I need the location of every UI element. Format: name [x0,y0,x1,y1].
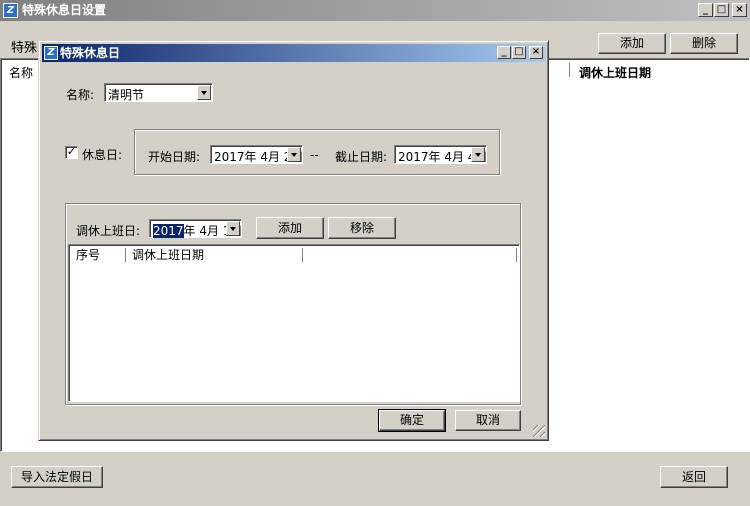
start-date-picker[interactable]: 2017年 4月 2日 [210,145,303,164]
col-separator[interactable] [302,248,304,262]
workday-remove-button[interactable]: 移除 [328,217,396,239]
main-col-name: 名称 [9,66,34,80]
start-date-label: 开始日期: [148,150,201,164]
workday-add-button[interactable]: 添加 [256,217,324,239]
back-button[interactable]: 返回 [660,466,728,488]
end-date-label: 截止日期: [335,150,388,164]
dialog-title: 特殊休息日 [60,46,121,60]
main-top-label: 特殊 [11,41,38,56]
import-holidays-button[interactable]: 导入法定假日 [11,466,103,488]
main-titlebar[interactable]: Z 特殊休息日设置 _ □ × [0,0,750,21]
cancel-button[interactable]: 取消 [455,410,521,431]
workday-label: 调休上班日: [76,224,141,238]
close-button[interactable]: × [732,3,747,17]
col-separator[interactable] [516,248,518,262]
dialog-maximize-button[interactable]: □ [512,46,526,59]
name-value: 清明节 [108,88,145,102]
dialog-close-button[interactable]: × [529,46,543,59]
app-logo-icon: Z [3,3,18,18]
main-title: 特殊休息日设置 [22,3,107,17]
workday-date-picker[interactable]: 2017年 4月 1日 [149,219,242,238]
rest-day-checkbox[interactable]: ✓ [65,146,78,159]
workday-group: 调休上班日: 2017年 4月 1日 添加 移除 序号 调休上班日期 [65,203,521,405]
ok-button[interactable]: 确定 [378,409,446,432]
dialog-logo-icon: Z [44,46,58,60]
end-date-picker[interactable]: 2017年 4月 4日 [394,145,487,164]
chevron-down-icon[interactable] [471,147,485,162]
chevron-down-icon[interactable] [197,85,211,100]
col-workday-date[interactable]: 调休上班日期 [126,246,204,264]
dialog-minimize-button[interactable]: _ [497,46,511,59]
name-label: 名称: [66,88,95,102]
main-add-button[interactable]: 添加 [598,33,666,54]
chevron-down-icon[interactable] [287,147,301,162]
dialog-titlebar[interactable]: Z 特殊休息日 _ □ × [42,44,545,62]
range-separator: -- [310,148,319,162]
workday-list[interactable]: 序号 调休上班日期 [68,244,520,402]
special-holiday-dialog: Z 特殊休息日 _ □ × 名称: 清明节 ✓ 休息日: 开始日期: 2017年… [38,40,549,441]
workday-year-selected: 2017 [153,224,184,238]
chevron-down-icon[interactable] [226,221,240,236]
col-index[interactable]: 序号 [70,246,100,264]
rest-day-label: 休息日: [82,148,123,162]
main-delete-button[interactable]: 删除 [670,33,738,54]
name-combo[interactable]: 清明节 [104,83,213,102]
workday-list-header: 序号 调休上班日期 [70,246,518,264]
maximize-button[interactable]: □ [714,3,729,17]
main-col-workday: 调休上班日期 [579,66,652,80]
resize-grip-icon[interactable] [533,425,545,437]
minimize-button[interactable]: _ [698,3,713,17]
date-range-group: 开始日期: 2017年 4月 2日 -- 截止日期: 2017年 4月 4日 [134,129,500,175]
main-col-separator[interactable] [569,63,571,77]
